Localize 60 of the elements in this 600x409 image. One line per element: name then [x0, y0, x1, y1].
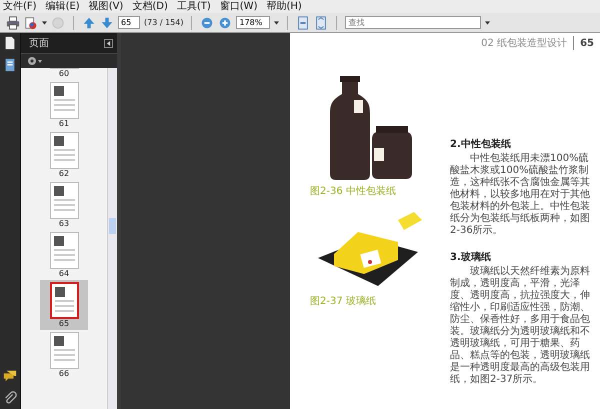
menu-item[interactable]: 编辑(E): [46, 0, 80, 12]
zoom-in-icon[interactable]: [218, 16, 232, 30]
page-label: 62: [58, 169, 70, 179]
caret-icon[interactable]: [485, 20, 490, 24]
options-gear-icon[interactable]: [27, 56, 43, 66]
menu-item[interactable]: 视图(V): [88, 0, 124, 12]
figure-caption: 图2-36 中性包装纸: [310, 184, 397, 198]
page-thumbnail: [50, 132, 78, 169]
fit-page-icon[interactable]: [296, 16, 310, 30]
zoom-out-icon[interactable]: [200, 16, 214, 30]
caret-icon[interactable]: [274, 20, 280, 24]
page-thumbnail-item[interactable]: 60: [40, 68, 88, 80]
section-heading: 3.玻璃纸: [450, 252, 491, 263]
menu-item[interactable]: 工具(T): [176, 0, 211, 12]
page-count: (73 / 154): [144, 18, 184, 27]
page-label: 65: [58, 319, 70, 329]
page-label: 66: [58, 369, 70, 379]
collapse-panel-button[interactable]: [104, 38, 113, 48]
page-thumbnail: [50, 282, 78, 319]
fit-width-icon[interactable]: [314, 16, 328, 30]
running-head: 02 纸包装造型设计: [481, 36, 574, 50]
previous-page-icon[interactable]: [82, 16, 96, 30]
page-thumbnail-item[interactable]: 64: [40, 230, 88, 280]
page-thumbnail-item[interactable]: 63: [40, 180, 88, 230]
figure-caption: 图2-37 玻璃纸: [310, 294, 377, 308]
page-label: 60: [58, 69, 70, 79]
menu-item[interactable]: 帮助(H): [266, 0, 302, 12]
comment-icon[interactable]: [3, 369, 17, 383]
page-thumbnail-item[interactable]: 61: [40, 80, 88, 130]
page-thumbnail-item[interactable]: 66: [40, 330, 88, 380]
page-label: 61: [58, 119, 70, 129]
menu-item[interactable]: 文档(D): [132, 0, 168, 12]
page-thumbnail: [50, 332, 78, 369]
splitter-handle[interactable]: [117, 33, 121, 409]
paperclip-icon[interactable]: [3, 391, 17, 405]
create-document-icon[interactable]: [24, 16, 38, 30]
panel-title: 页面: [29, 37, 49, 50]
collapse-icon: [106, 40, 111, 46]
zoom-field[interactable]: 178%: [236, 16, 270, 29]
search-field[interactable]: 查找: [345, 16, 482, 29]
document-icon[interactable]: [3, 58, 17, 72]
body-text: 中性包装纸用未漂100%硫酸盐木浆或100%硫酸盐竹浆制造，这种纸张不含腐蚀金属等其他材料，以较多地用在对于其他包装材料的外包装上。中性包装纸分为包装纸与纸板两种，如图2-36所示。: [450, 153, 591, 237]
scrollbar[interactable]: [107, 68, 117, 409]
page-thumbnail-item[interactable]: 62: [40, 130, 88, 180]
page-thumbnail-item[interactable]: 65: [40, 280, 88, 330]
page-label: 64: [58, 269, 70, 279]
next-page-icon[interactable]: [100, 16, 114, 30]
page-label: 63: [58, 219, 70, 229]
body-text: 玻璃纸以天然纤维素为原料制成，透明度高，平滑，光泽度、透明度高，抗拉强度大，伸缩性小，印刷适应性强，防潮、防尘、保香性好，多用于食品包装。玻璃纸分为透明玻璃纸和不透明玻璃纸，可用于糖果、药品、糕点等的包装，透明玻璃纸是一种透明度最高的高级包装用纸，如图2-37所示。: [450, 266, 591, 386]
page-thumbnail: [50, 232, 78, 269]
page-thumbnail: [50, 82, 78, 119]
section-heading: 2.中性包装纸: [450, 139, 511, 150]
page-thumbnail: [50, 182, 78, 219]
page-number-field[interactable]: 65: [118, 16, 140, 29]
print-icon[interactable]: [6, 16, 20, 30]
menu-item[interactable]: 文件(F): [3, 0, 37, 12]
menu-item[interactable]: 窗口(W): [220, 0, 258, 12]
page-number: 65: [580, 38, 594, 48]
caret-icon[interactable]: [42, 20, 47, 24]
pages-icon[interactable]: [3, 36, 17, 50]
